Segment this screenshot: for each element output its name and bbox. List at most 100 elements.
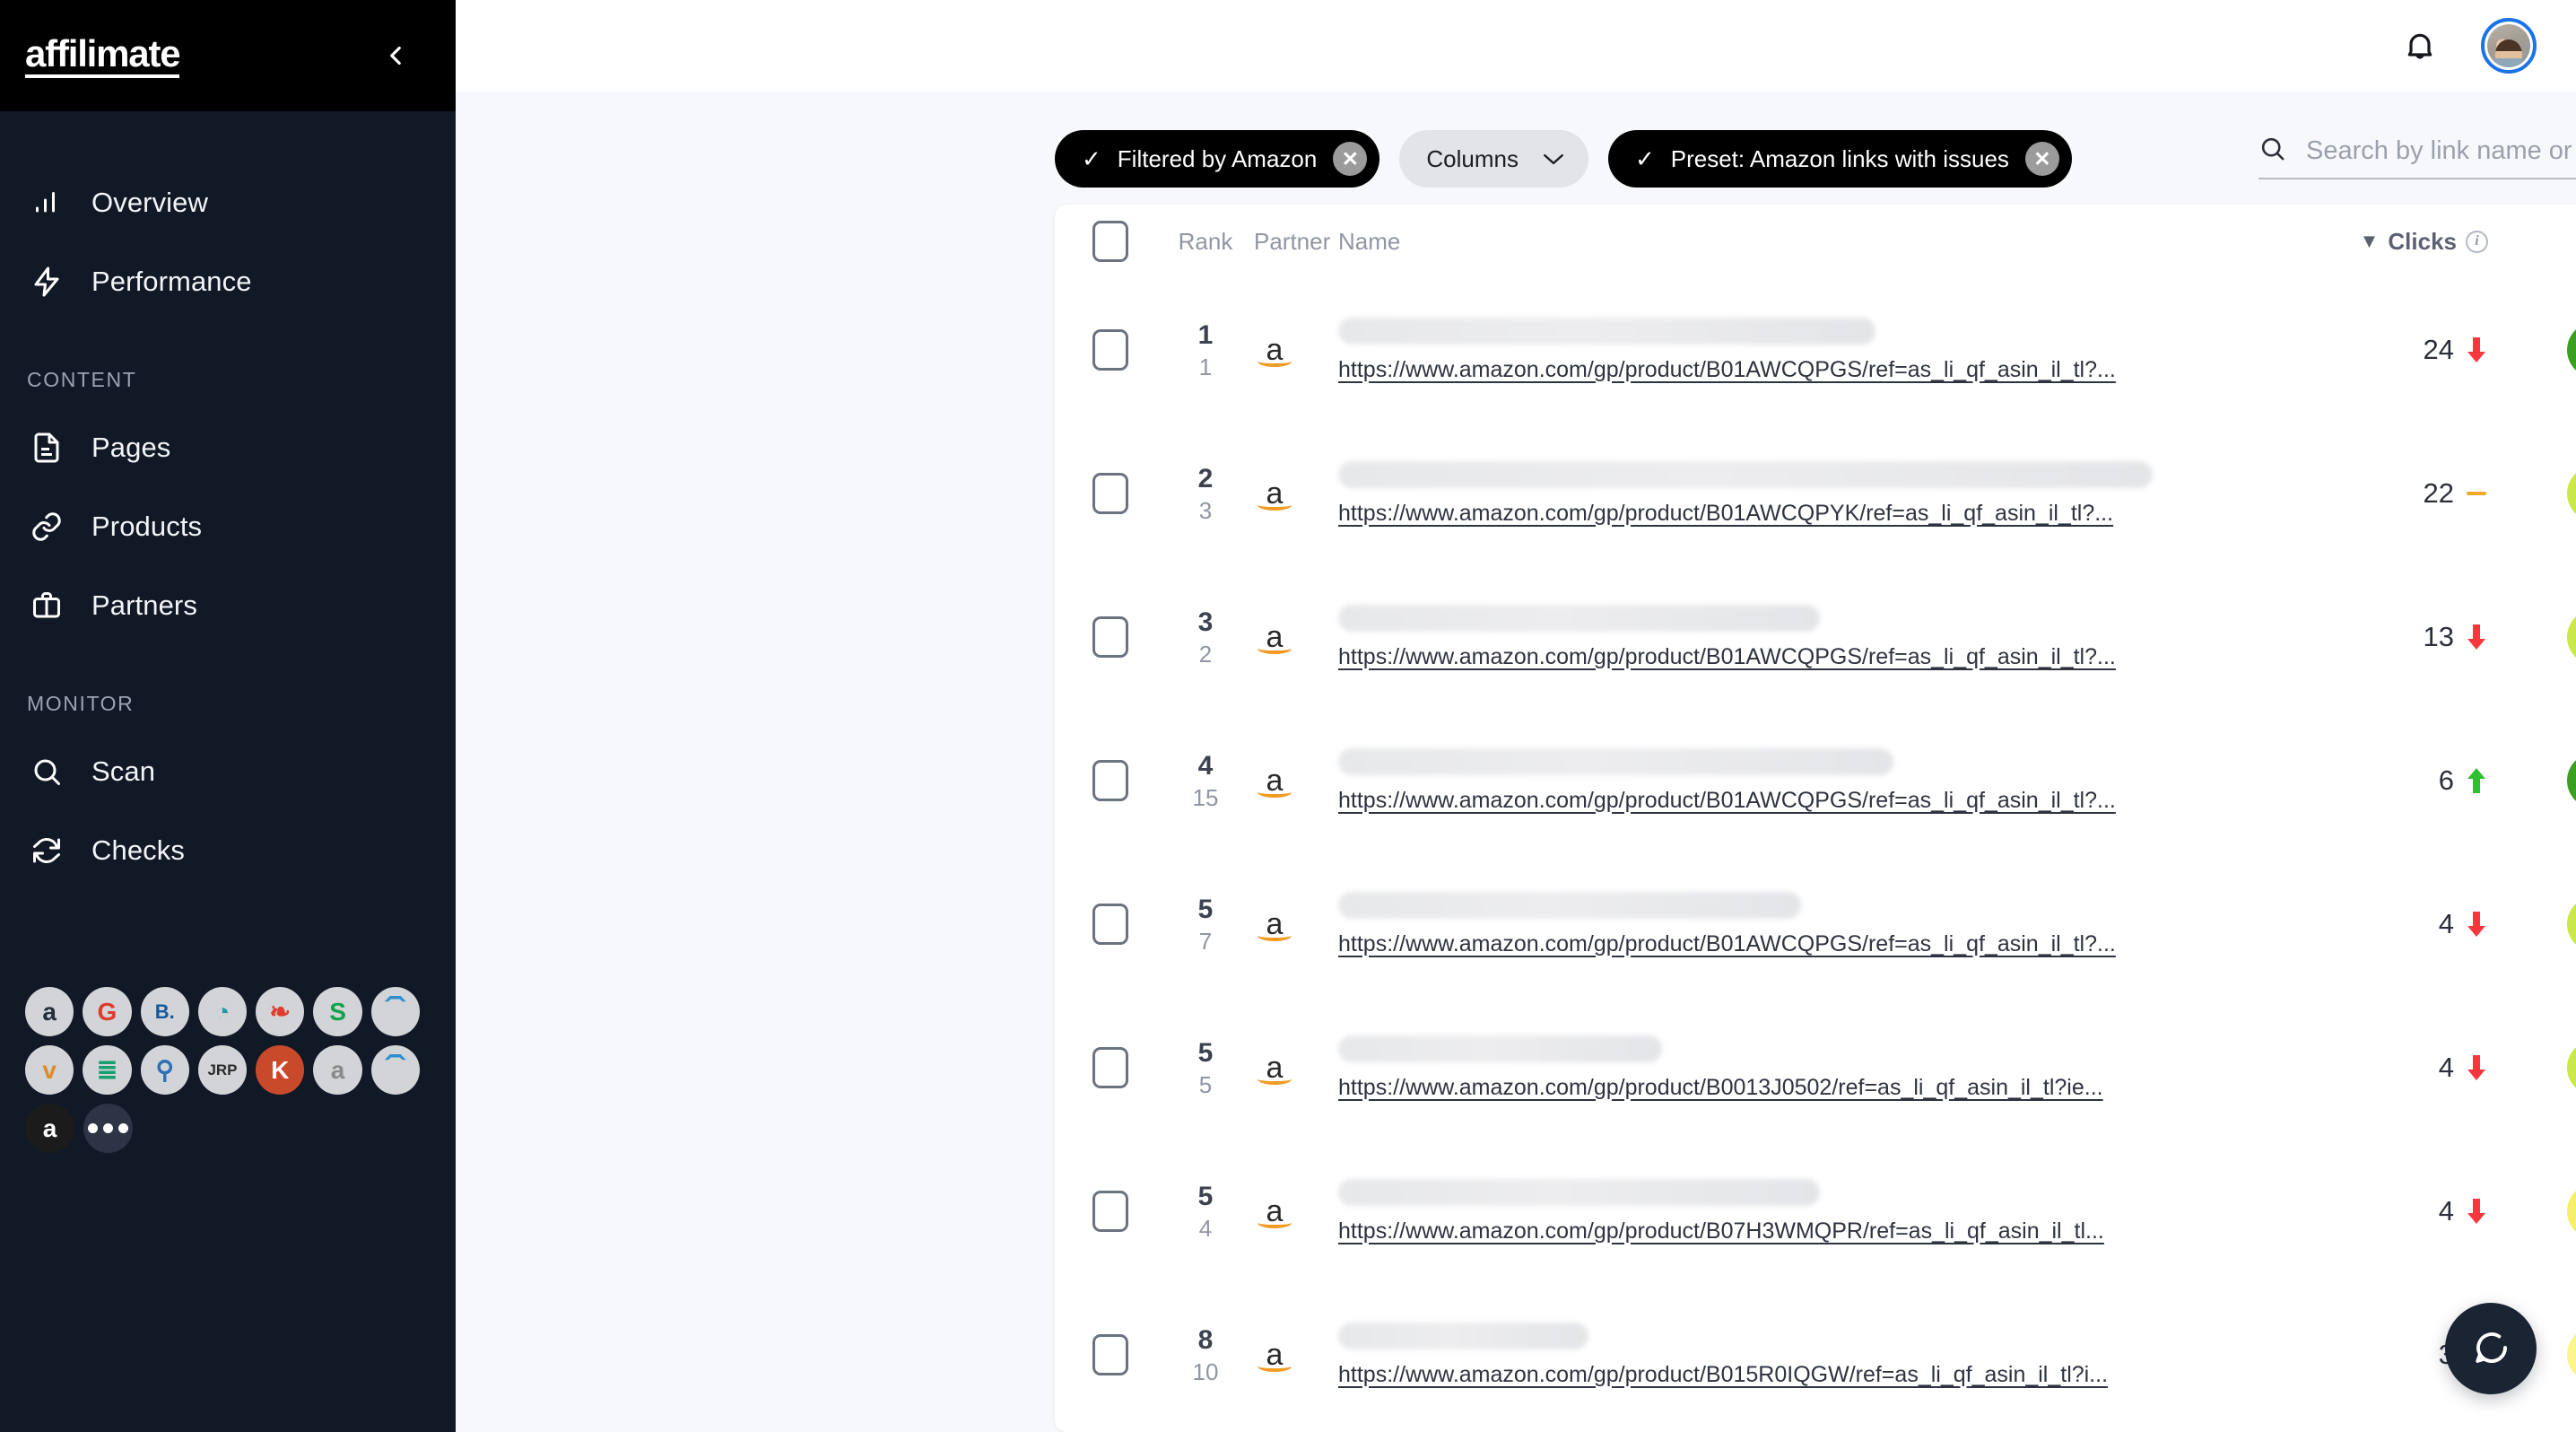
rank-previous: 3 (1198, 496, 1213, 524)
partner-chip-g-partner[interactable]: G (83, 987, 132, 1036)
link-url[interactable]: https://www.amazon.com/gp/product/B01AWC… (1338, 501, 2264, 527)
clicks-value: 6 (2438, 764, 2454, 796)
filter-chip-amazon[interactable]: ✓ Filtered by Amazon ✕ (1055, 130, 1380, 188)
partner-chip-k-partner[interactable]: K (256, 1045, 305, 1095)
rank-cell: 4 15 (1157, 749, 1254, 812)
avatar[interactable] (2481, 18, 2537, 74)
chat-bubble-icon[interactable] (2445, 1303, 2537, 1394)
column-header-name[interactable]: Name (1338, 228, 2300, 256)
filter-chip-preset[interactable]: ✓ Preset: Amazon links with issues ✕ (1607, 130, 2072, 188)
columns-dropdown[interactable]: Columns (1399, 130, 1588, 188)
partner-chip-amazon-dark[interactable]: a (25, 1104, 74, 1153)
trend-down-icon (2465, 622, 2488, 652)
partner-chip-teal-partner[interactable]: ◔ (197, 987, 248, 1036)
partner-chip-jrp-partner[interactable]: JRP (197, 1045, 248, 1095)
partner-chip-amazon-alt[interactable]: a (313, 1045, 362, 1095)
trend-down-icon (2465, 909, 2488, 939)
row-select-checkbox[interactable] (1092, 473, 1128, 514)
app-logo[interactable]: affilimate (25, 32, 181, 79)
chevron-left-icon[interactable] (371, 31, 420, 80)
lightning-bolt-icon (27, 262, 66, 301)
row-select-checkbox[interactable] (1092, 904, 1128, 945)
sidebar-section-title: MONITOR (27, 692, 135, 715)
rank-previous: 10 (1192, 1358, 1219, 1385)
table-row[interactable]: 5 7 a https://www.amazon.com/gp/product/B01… (1055, 852, 2576, 996)
rank-cell: 54 (1157, 1180, 1254, 1243)
rank-previous: 1 (1198, 353, 1213, 380)
row-select-checkbox[interactable] (1092, 760, 1128, 801)
partner-chip-flame-partner[interactable]: ❧ (256, 987, 305, 1036)
link-url[interactable]: https://www.amazon.com/gp/product/B07H3W… (1338, 1218, 2264, 1244)
partner-chip-glyph: a (42, 1113, 57, 1142)
avg-ctr-cell: 11.5% (2488, 753, 2576, 808)
partner-chip-glyph: a (42, 997, 57, 1026)
avg-ctr-badge: 11.5% (2567, 753, 2576, 808)
table-row[interactable]: 1 1 a https://www.amazon.com/gp/product/B01… (1055, 278, 2576, 422)
partner-chip-v-partner[interactable]: v (25, 1045, 74, 1095)
sidebar-item-pages[interactable]: Pages (0, 408, 456, 487)
partner-chip-shareasale[interactable]: S (313, 987, 362, 1036)
select-all-checkbox[interactable] (1092, 221, 1128, 262)
table-row[interactable]: 5 5 a https://www.amazon.com/gp/product/B00… (1055, 996, 2576, 1139)
sidebar-item-partners[interactable]: Partners (0, 566, 456, 645)
partner-chip-cj-partner-2[interactable]: ⏠ (370, 1045, 420, 1095)
rank-cell: 55 (1157, 1036, 1254, 1099)
sidebar-item-label: Performance (91, 266, 252, 297)
link-url[interactable]: https://www.amazon.com/gp/product/B01AWC… (1338, 644, 2264, 670)
rank-current: 1 (1197, 320, 1214, 350)
table-row[interactable]: 4 15 a https://www.amazon.com/gp/product/B0… (1055, 709, 2576, 852)
link-url[interactable]: https://www.amazon.com/gp/product/B01AWC… (1338, 788, 2264, 814)
partner-chip-f-partner[interactable]: ≣ (83, 1045, 132, 1095)
link-url[interactable]: https://www.amazon.com/gp/product/B01AWC… (1338, 931, 2264, 957)
column-header-rank[interactable]: Rank (1157, 228, 1254, 256)
sidebar-item-overview[interactable]: Overview (0, 163, 456, 242)
partner-chip-cart-partner[interactable]: ⚲ (140, 1045, 189, 1095)
bell-icon[interactable] (2398, 24, 2441, 67)
sidebar-item-checks[interactable]: Checks (0, 811, 456, 890)
sidebar-item-label: Products (91, 511, 203, 542)
column-header-avg-ctr[interactable]: Avg CTR i (2488, 228, 2576, 256)
partner-chip-more-partners[interactable] (83, 1104, 133, 1153)
search-icon (27, 752, 66, 791)
partner-chip-cj-partner[interactable]: ⏠ (370, 987, 420, 1036)
name-cell: https://www.amazon.com/gp/product/B01AWC… (1338, 317, 2300, 383)
partner-chip-glyph: a (330, 1055, 345, 1084)
info-icon[interactable]: i (2466, 230, 2488, 253)
partner-chip-row: a G B. ◔ ❧ S ⏠ (25, 987, 420, 1036)
partner-chip-glyph: ❧ (269, 998, 291, 1026)
clicks-value: 4 (2438, 908, 2454, 939)
column-header-partner[interactable]: Partner (1254, 228, 1338, 256)
partner-chip-booking[interactable]: B. (140, 987, 189, 1036)
search-input[interactable] (2306, 135, 2576, 166)
close-icon[interactable]: ✕ (1333, 142, 1368, 176)
sidebar-item-products[interactable]: Products (0, 487, 456, 566)
partner-chip-amazon[interactable]: a (25, 987, 74, 1036)
document-icon (27, 428, 66, 467)
table-row[interactable]: 3 2 a https://www.amazon.com/gp/product/B01… (1055, 565, 2576, 709)
partner-chip-glyph: ⚲ (155, 1056, 174, 1084)
column-header-clicks[interactable]: ▼ Clicks i (2300, 228, 2488, 256)
table-row[interactable]: 5 4 a https://www.amazon.com/gp/product/B07… (1055, 1139, 2576, 1283)
row-select-checkbox[interactable] (1092, 329, 1128, 371)
link-url[interactable]: https://www.amazon.com/gp/product/B0013J… (1338, 1075, 2264, 1101)
clicks-cell: 4 (2300, 1052, 2488, 1084)
row-select-checkbox[interactable] (1092, 1191, 1128, 1232)
app-root: affilimate Overview Performance CONTENT (0, 0, 2576, 1432)
table-row[interactable]: 8 10 a https://www.amazon.com/gp/product/B0… (1055, 1283, 2576, 1427)
sidebar-partner-chips: a G B. ◔ ❧ S ⏠ v ≣ ⚲ JRP Ka ⏠ a (25, 987, 420, 1162)
rank-current: 4 (1197, 751, 1214, 781)
link-url[interactable]: https://www.amazon.com/gp/product/B01AWC… (1338, 357, 2264, 383)
clicks-value: 22 (2423, 477, 2454, 509)
rank-current: 8 (1197, 1325, 1214, 1355)
row-select-checkbox[interactable] (1092, 1334, 1128, 1375)
row-select-checkbox[interactable] (1092, 616, 1128, 658)
amazon-icon: a (1254, 476, 1295, 511)
name-cell: https://www.amazon.com/gp/product/B015R0… (1338, 1322, 2300, 1388)
sidebar-item-scan[interactable]: Scan (0, 732, 456, 811)
sidebar-item-performance[interactable]: Performance (0, 242, 456, 321)
row-select-checkbox[interactable] (1092, 1047, 1128, 1088)
link-url[interactable]: https://www.amazon.com/gp/product/B015R0… (1338, 1362, 2264, 1388)
trend-down-icon (2465, 335, 2488, 365)
table-row[interactable]: 2 3 a https://www.amazon.com/gp/product/B01… (1055, 422, 2576, 565)
close-icon[interactable]: ✕ (2024, 142, 2059, 176)
